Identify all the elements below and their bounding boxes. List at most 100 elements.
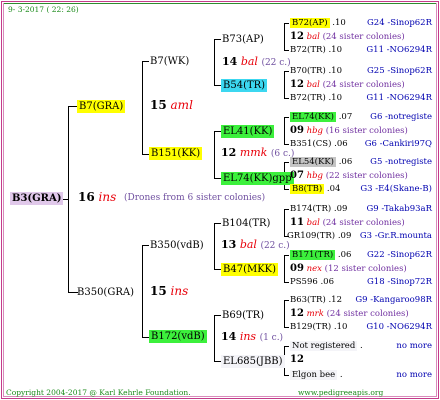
sister-note: (24 sister colonies) <box>326 309 409 319</box>
gen4-queen[interactable]: EL54(KK) <box>290 157 336 167</box>
gen4-drone-row: 12 mrk (24 sister colonies) <box>290 307 409 321</box>
connector <box>142 337 149 338</box>
gen4-queen[interactable]: Not registered <box>290 341 358 351</box>
connector <box>284 209 285 236</box>
connector <box>284 346 289 347</box>
queen-id: no more <box>396 341 432 351</box>
connector <box>214 131 215 178</box>
gen4-queen[interactable]: B129(TR) <box>290 322 331 332</box>
gen2-queen[interactable]: B172(vdB) <box>149 330 207 343</box>
gen4-row: B171(TR) .06 G22 -Sinop62R <box>290 249 432 262</box>
connector <box>142 154 149 155</box>
gen4-row: B8(TB) .04 G3 -E4(Skane-B) <box>290 183 432 196</box>
gen2-queen[interactable]: B151(KK) <box>149 147 203 160</box>
year: .06 <box>334 139 348 149</box>
connector <box>284 98 289 99</box>
gen3-queen[interactable]: B69(TR) <box>222 309 264 322</box>
queen-id: G6 -notregiste <box>370 112 432 122</box>
gen2-queen[interactable]: B7(WK) <box>150 55 189 68</box>
gen4-drone-row: 07 hbg (22 sister colonies) <box>290 169 408 183</box>
year: .06 <box>320 277 335 287</box>
year: .09 <box>333 204 348 214</box>
connector <box>142 61 149 62</box>
gen4-row: B70(TR) .10 G25 -Sinop62R <box>290 65 432 78</box>
connector <box>63 199 68 200</box>
gen-number: 15 <box>150 98 167 112</box>
gen3-queen[interactable]: B54(TR) <box>221 79 268 92</box>
gen4-queen[interactable]: B174(TR) <box>290 204 331 214</box>
gen3-queen[interactable]: B73(AP) <box>222 33 264 46</box>
origin-code: bal <box>306 32 320 42</box>
gen4-queen[interactable]: B8(TB) <box>290 184 325 194</box>
sister-note: (22 sister colonies) <box>325 171 408 181</box>
connector <box>68 106 69 292</box>
colony-note: (22 c.) <box>260 241 290 251</box>
connector <box>284 23 285 50</box>
origin-code: ins <box>170 284 189 298</box>
root-generation: 16 ins <box>78 191 116 204</box>
sister-note: (12 sister colonies) <box>324 264 407 274</box>
sister-note: (16 sister colonies) <box>325 126 408 136</box>
gen3-queen[interactable]: B47(MKK) <box>221 263 279 276</box>
drone-gen: 09 <box>290 263 304 274</box>
gen4-queen[interactable]: B72(AP) <box>290 18 330 28</box>
gen4-drone-row: 09 nex (12 sister colonies) <box>290 262 407 276</box>
gen4-queen[interactable]: PS596 <box>290 277 318 287</box>
connector <box>284 117 285 144</box>
year: .12 <box>328 295 342 305</box>
gen4-row: B72(TR) .10 G11 -NO6294R <box>290 44 432 57</box>
gen-number: 13 <box>221 238 237 251</box>
footer-url[interactable]: www.pedigreeapis.org <box>298 386 383 399</box>
gen4-drone-row: 12 bal (24 sister colonies) <box>290 78 405 92</box>
root-queen[interactable]: B3(GRA) <box>10 192 64 205</box>
connector <box>214 223 215 269</box>
gen-number: 14 <box>222 55 238 68</box>
year: .07 <box>338 112 353 122</box>
connector <box>284 327 289 328</box>
sister-note: (24 sister colonies) <box>322 218 405 228</box>
gen4-row: B174(TR) .09 G9 -Takab93aR <box>290 203 432 216</box>
gen4-drone-row: 11 bal (24 sister colonies) <box>290 216 405 230</box>
root-gen-number: 16 <box>78 190 95 204</box>
origin-code: mrk <box>306 309 324 319</box>
root-drone-note: (Drones from 6 sister colonies) <box>124 193 266 203</box>
year: .10 <box>328 66 342 76</box>
gen4-queen[interactable]: GR109(TR) <box>287 231 335 241</box>
gen4-row: B63(TR) .12 G9 -Kangaroo98R <box>290 294 432 307</box>
gen4-queen[interactable]: EL74(KK) <box>290 112 336 122</box>
gen-number: 15 <box>150 284 167 298</box>
gen4-queen[interactable]: B72(TR) <box>290 45 326 55</box>
gen4-queen[interactable]: B351(CS) <box>290 139 331 149</box>
connector <box>284 144 289 145</box>
gen4-queen[interactable]: Elgon bee <box>290 370 338 380</box>
gen3-generation: 14 bal (22 c.) <box>222 55 291 70</box>
connector <box>214 315 221 316</box>
colony-note: (1 c.) <box>259 333 284 343</box>
queen-id: G6 -Cankiri97Q <box>364 139 432 149</box>
gen3-queen[interactable]: B104(TR) <box>222 217 270 230</box>
connector <box>214 315 215 361</box>
gen3-queen[interactable]: EL41(KK) <box>221 125 275 138</box>
connector <box>284 71 289 72</box>
gen2-queen[interactable]: B350(vdB) <box>150 239 204 252</box>
gen4-queen[interactable]: B70(TR) <box>290 66 326 76</box>
gen3-queen[interactable]: EL685(JBB) <box>221 355 285 368</box>
gen1-queen[interactable]: B7(GRA) <box>77 100 126 113</box>
queen-id: G9 -Takab93aR <box>366 204 433 214</box>
gen4-queen[interactable]: B63(TR) <box>290 295 326 305</box>
origin-code: bal <box>239 238 257 251</box>
connector <box>214 85 221 86</box>
origin-code: bal <box>306 218 320 228</box>
connector <box>142 61 143 154</box>
gen4-row: GR109(TR) .09 G3 -Gr.R.mounta <box>287 230 432 243</box>
queen-id: G3 -Gr.R.mounta <box>359 231 432 241</box>
connector <box>284 71 285 98</box>
gen2-generation: 14 ins (1 c.) <box>221 330 283 345</box>
gen1-queen[interactable]: B350(GRA) <box>77 286 134 299</box>
gen4-queen[interactable]: B171(TR) <box>290 250 336 260</box>
connector <box>214 269 221 270</box>
queen-id: G11 -NO6294R <box>366 93 432 103</box>
year: .06 <box>337 250 352 260</box>
gen4-queen[interactable]: B72(TR) <box>290 93 326 103</box>
gen3-queen[interactable]: EL74(KK)gpp <box>221 172 294 185</box>
